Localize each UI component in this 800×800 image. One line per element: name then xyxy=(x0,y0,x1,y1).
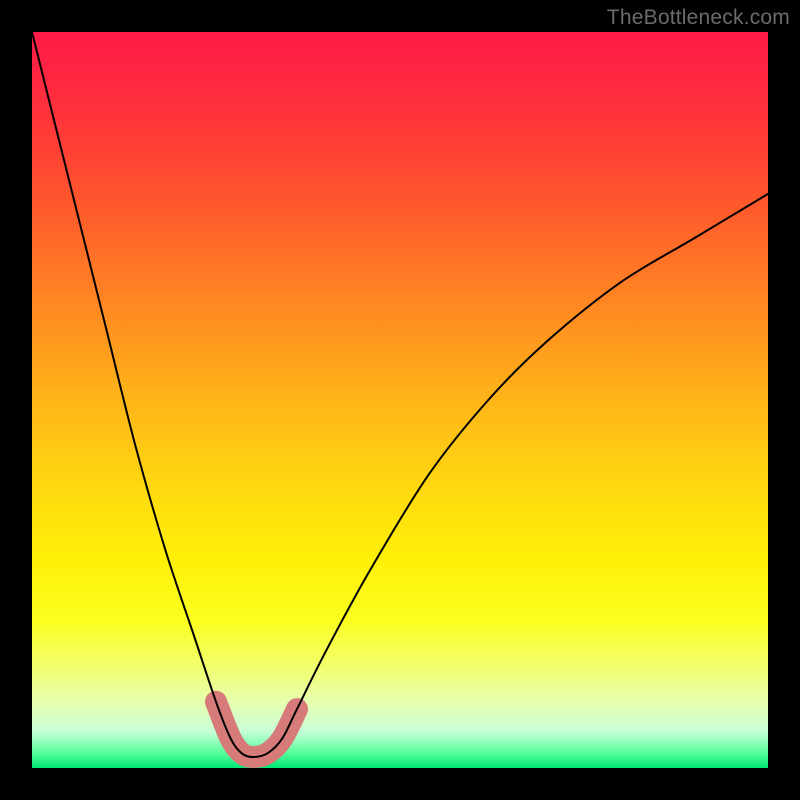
optimal-range-highlight xyxy=(216,702,297,757)
watermark-text: TheBottleneck.com xyxy=(607,6,790,30)
bottleneck-curve-line xyxy=(32,32,768,757)
plot-area xyxy=(32,32,768,768)
bottleneck-chart xyxy=(32,32,768,768)
outer-frame: TheBottleneck.com xyxy=(0,0,800,800)
